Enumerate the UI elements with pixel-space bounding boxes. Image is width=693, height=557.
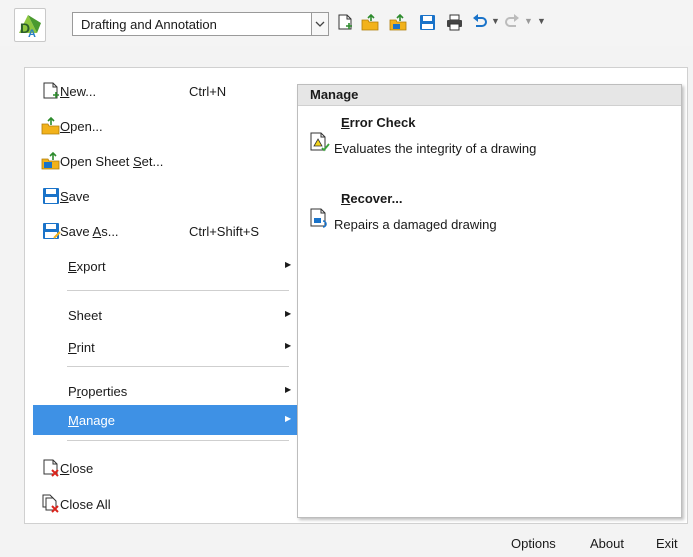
- submenu-item-description: Evaluates the integrity of a drawing: [334, 141, 537, 156]
- print-icon[interactable]: [446, 14, 463, 31]
- submenu-header: Manage: [298, 85, 681, 106]
- menu-item-manage[interactable]: Manage ▶: [33, 405, 299, 435]
- submenu-item-description: Repairs a damaged drawing: [334, 217, 497, 232]
- open-folder-icon[interactable]: [361, 14, 380, 32]
- undo-icon[interactable]: [472, 14, 487, 31]
- workspace-value: Drafting and Annotation: [81, 17, 217, 32]
- open-folder-icon: [41, 116, 60, 135]
- chevron-down-icon: [315, 21, 325, 27]
- open-sheet-set-icon[interactable]: [389, 14, 408, 32]
- shortcut-save-as: Ctrl+Shift+S: [189, 224, 260, 239]
- submenu-item-recover[interactable]: Recover... Repairs a damaged drawing: [298, 189, 681, 249]
- menu-item-print[interactable]: Print ▶: [33, 332, 299, 362]
- submenu-arrow-icon: ▶: [285, 309, 292, 318]
- submenu-title: Manage: [310, 87, 359, 102]
- new-file-icon: [43, 82, 59, 99]
- menu-item-sheet[interactable]: Sheet ▶: [33, 300, 299, 330]
- menu-separator: [67, 366, 289, 367]
- save-icon: [43, 188, 59, 204]
- recover-icon: [310, 208, 327, 228]
- shortcut-new: Ctrl+N: [189, 84, 227, 99]
- save-icon[interactable]: [419, 14, 436, 31]
- redo-dropdown-icon[interactable]: ▼: [524, 16, 533, 26]
- menu-item-export[interactable]: Export ▶: [33, 251, 299, 281]
- submenu-arrow-icon: ▶: [285, 414, 292, 423]
- exit-button[interactable]: Exit: [656, 536, 678, 551]
- close-icon: [43, 459, 59, 477]
- error-check-icon: [310, 132, 330, 152]
- workspace-select[interactable]: Drafting and Annotation: [72, 12, 329, 36]
- close-all-icon: [42, 494, 59, 513]
- menu-separator: [67, 440, 289, 441]
- app-logo-icon: A D: [19, 15, 41, 40]
- new-file-icon[interactable]: [337, 14, 353, 32]
- menu-item-save-as[interactable]: Save As... Ctrl+Shift+S: [33, 216, 299, 246]
- menu-item-new[interactable]: New... Ctrl+N: [33, 76, 299, 106]
- customize-icon[interactable]: ▼: [537, 16, 546, 26]
- manage-submenu: Manage Error Check Evaluates the integri…: [297, 84, 682, 518]
- quick-access-toolbar: A D Drafting and Annotation ▼ ▼ ▼: [0, 0, 693, 46]
- options-button[interactable]: Options: [511, 536, 556, 551]
- menu-item-save[interactable]: Save: [33, 181, 299, 211]
- about-button[interactable]: About: [590, 536, 624, 551]
- submenu-item-error-check[interactable]: Error Check Evaluates the integrity of a…: [298, 113, 681, 173]
- workspace-dropdown-button[interactable]: [311, 12, 329, 36]
- svg-text:D: D: [20, 20, 30, 36]
- open-sheet-set-icon: [41, 151, 60, 170]
- menu-item-open-sheet-set[interactable]: Open Sheet Set...: [33, 146, 299, 176]
- redo-icon[interactable]: [505, 14, 520, 31]
- undo-dropdown-icon[interactable]: ▼: [491, 16, 500, 26]
- submenu-arrow-icon: ▶: [285, 341, 292, 350]
- app-menu-button[interactable]: A D: [14, 8, 46, 42]
- menu-item-close[interactable]: Close: [33, 453, 299, 483]
- save-as-icon: [43, 223, 61, 239]
- submenu-arrow-icon: ▶: [285, 260, 292, 269]
- menu-item-properties[interactable]: Properties ▶: [33, 376, 299, 406]
- submenu-arrow-icon: ▶: [285, 385, 292, 394]
- menu-separator: [67, 290, 289, 291]
- menu-item-close-all[interactable]: Close All: [33, 489, 299, 519]
- menu-item-open[interactable]: Open...: [33, 111, 299, 141]
